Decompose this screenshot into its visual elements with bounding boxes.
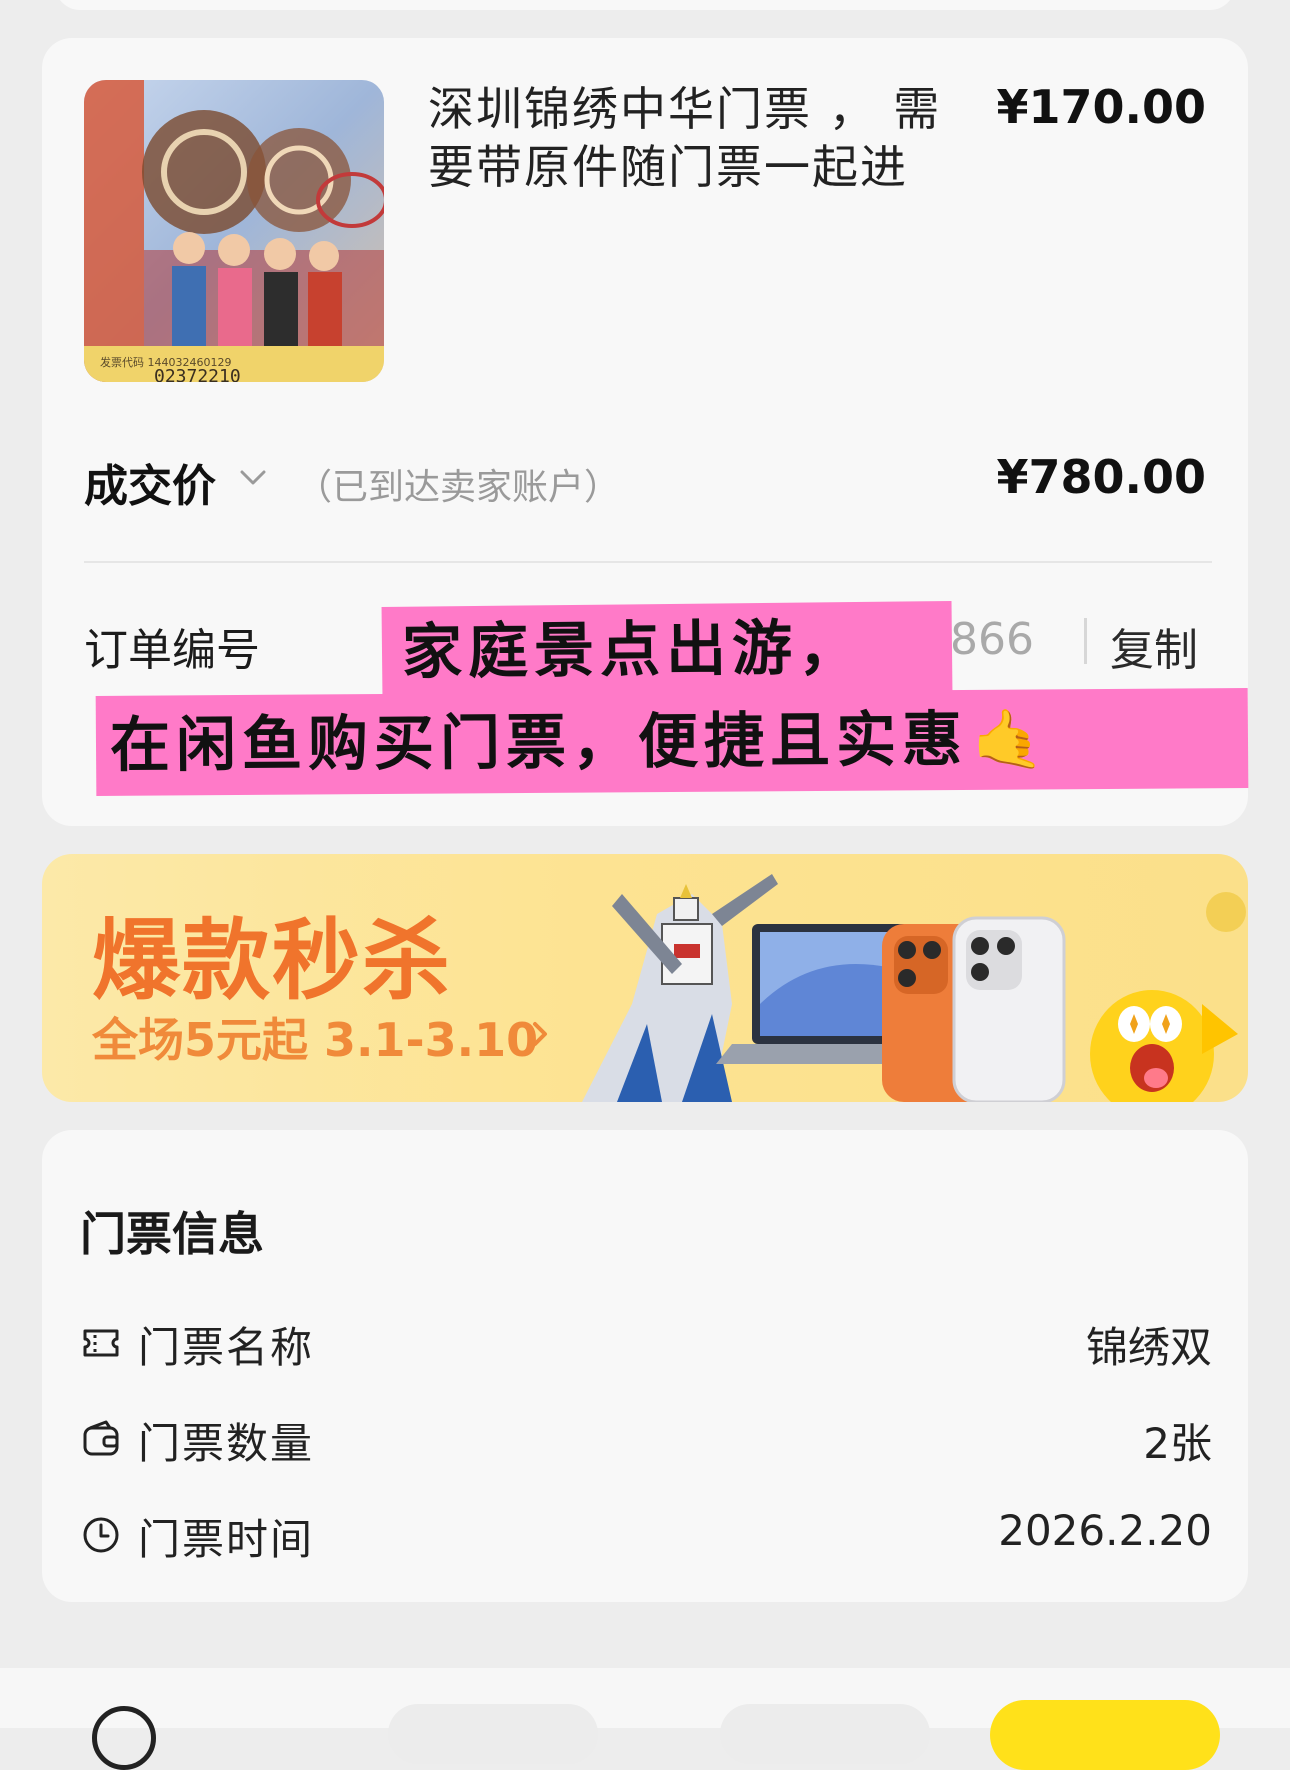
- ticket-time-row: 门票时间 2026.2.20: [80, 1506, 1212, 1564]
- action-button[interactable]: [720, 1704, 930, 1764]
- divider: [84, 561, 1212, 563]
- deal-note: （已到达卖家账户）: [296, 467, 621, 508]
- wallet-icon: [83, 1420, 119, 1456]
- copy-button[interactable]: 复制: [1110, 614, 1198, 678]
- product-price: ¥170.00: [996, 80, 1206, 134]
- order-number-label: 订单编号: [84, 625, 260, 676]
- chevron-right-icon: [533, 1022, 547, 1046]
- fish-mascot-icon: [1090, 990, 1238, 1102]
- banner-title: 爆款秒杀: [92, 909, 453, 1012]
- clock-icon: [83, 1517, 119, 1553]
- overlay-line-2-text: 在闲鱼购买门票，便捷且实惠: [109, 704, 969, 781]
- phone-icon: [882, 916, 1066, 1102]
- action-button[interactable]: [388, 1704, 598, 1764]
- primary-action-button[interactable]: [990, 1700, 1220, 1770]
- ticket-time-label: 门票时间: [138, 1515, 315, 1564]
- flash-sale-banner[interactable]: 爆款秒杀 全场5元起 3.1-3.10: [42, 854, 1248, 1102]
- overlay-caption-line-2: 在闲鱼购买门票，便捷且实惠🤙: [95, 687, 1249, 797]
- banner-subtitle: 全场5元起 3.1-3.10: [92, 1013, 539, 1067]
- ticket-name-row: 门票名称 锦绣双: [80, 1314, 1212, 1372]
- ticket-count-value: 2张: [1143, 1419, 1212, 1468]
- overlay-line-1-text: 家庭景点出游，: [401, 612, 865, 688]
- separator: [1084, 618, 1087, 664]
- thumb-number-text: 02372210: [154, 366, 241, 382]
- previous-card: [55, 0, 1235, 10]
- ticket-name-value: 锦绣双: [1085, 1323, 1212, 1372]
- deal-price-value: ¥780.00: [996, 450, 1206, 504]
- product-thumbnail[interactable]: 发票代码 144032460129 02372210: [84, 80, 384, 382]
- chevron-down-icon[interactable]: [238, 466, 268, 490]
- banner-products-illustration: [582, 874, 1246, 1102]
- help-icon[interactable]: [92, 1706, 156, 1770]
- order-number-value: 866: [950, 614, 1034, 665]
- ticket-icon: [83, 1329, 119, 1357]
- deal-price-label[interactable]: 成交价: [84, 450, 216, 514]
- ticket-name-label: 门票名称: [138, 1323, 315, 1372]
- ticket-time-value: 2026.2.20: [998, 1506, 1212, 1555]
- ticket-count-row: 门票数量 2张: [80, 1410, 1212, 1468]
- ticket-count-label: 门票数量: [138, 1419, 315, 1468]
- robot-figure-icon: [582, 874, 778, 1102]
- overlay-caption-line-1: 家庭景点出游，: [381, 601, 953, 699]
- ticket-info-title: 门票信息: [80, 1207, 264, 1261]
- coin-icon: [1206, 892, 1246, 932]
- call-me-hand-icon: 🤙: [971, 705, 1051, 774]
- product-title[interactable]: 深圳锦绣中华门票 ， 需要带原件随门票一起进 随…: [428, 80, 988, 196]
